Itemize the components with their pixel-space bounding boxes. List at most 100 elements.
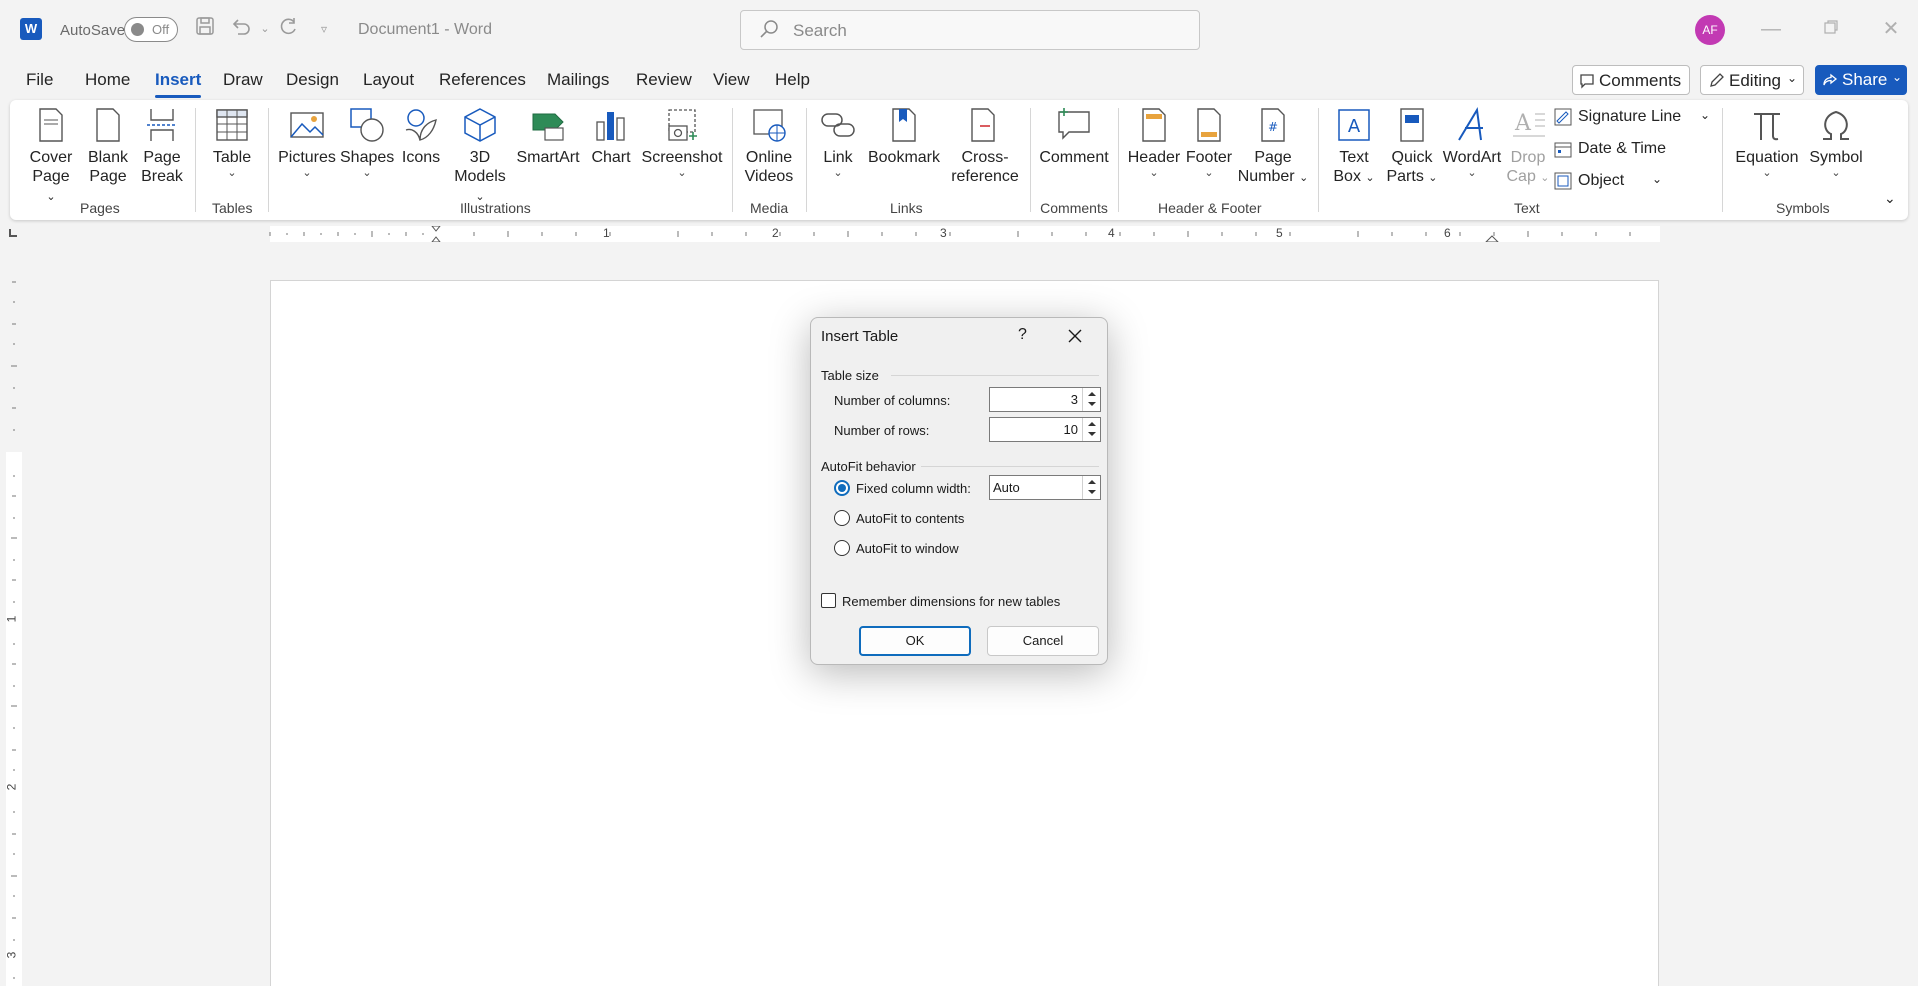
chevron-down-icon: ⌄ [1652,172,1663,186]
group-separator [806,108,807,212]
cover-page-button[interactable]: Cover Page ⌄ [26,106,76,207]
online-videos-label-1: Online [745,149,793,166]
smartart-icon [532,113,564,141]
text-box-label-2: Box [1333,168,1361,185]
screenshot-button[interactable]: Screenshot ⌄ [640,106,724,179]
tab-review[interactable]: Review [636,70,692,90]
shapes-label: Shapes [340,149,395,166]
share-button[interactable]: Share ⌄ [1815,65,1907,95]
online-video-icon [753,109,786,142]
stepper-arrows[interactable] [1082,388,1100,411]
quick-parts-button[interactable]: Quick Parts ⌄ [1384,106,1440,188]
pencil-icon [1710,73,1724,87]
tab-mailings[interactable]: Mailings [547,70,609,90]
link-button[interactable]: Link ⌄ [816,106,860,179]
cross-reference-icon [971,108,995,142]
tab-references[interactable]: References [439,70,526,90]
new-comment-button[interactable]: Comment [1038,106,1110,167]
vertical-ruler[interactable]: 1 2 3 [4,266,22,986]
horizontal-ruler[interactable]: 1 2 3 4 5 6 [30,226,1670,242]
chart-button[interactable]: Chart [588,106,634,167]
text-box-button[interactable]: A Text Box ⌄ [1326,106,1382,188]
chevron-down-icon: ⌄ [833,167,843,179]
comments-button[interactable]: Comments [1572,65,1690,95]
pictures-button[interactable]: Pictures ⌄ [278,106,336,179]
page-number-icon: # [1261,108,1285,142]
group-separator [1030,108,1031,212]
undo-icon[interactable] [228,16,254,42]
group-label-media: Media [750,200,789,216]
tab-view[interactable]: View [713,70,750,90]
ok-button[interactable]: OK [859,626,971,656]
page-number-button[interactable]: # Page Number ⌄ [1236,106,1310,188]
chevron-down-icon: ⌄ [1786,71,1797,85]
minimize-icon[interactable]: — [1756,16,1786,42]
drop-cap-icon: A [1513,111,1545,137]
chevron-down-icon: ⌄ [1428,172,1438,184]
wordart-button[interactable]: WordArt ⌄ [1440,106,1504,179]
ruler-ticks [11,281,17,979]
insert-table-dialog: Insert Table ? Table size Number of colu… [810,317,1108,665]
symbol-button[interactable]: Symbol ⌄ [1806,106,1866,179]
editing-mode-button[interactable]: Editing ⌄ [1700,65,1804,95]
stepper-arrows[interactable] [1082,476,1100,499]
3d-models-label-1: 3D [469,149,491,166]
chevron-down-icon: ⌄ [302,167,312,179]
help-button[interactable]: ? [1018,326,1027,344]
ruler-number: 1 [4,615,19,623]
table-button[interactable]: Table ⌄ [204,106,260,179]
blank-page-button[interactable]: Blank Page [84,106,132,186]
restore-icon[interactable] [1816,16,1846,42]
column-width-stepper[interactable]: Auto [989,475,1101,500]
close-icon[interactable] [1067,328,1083,344]
remember-dimensions-checkbox[interactable] [821,593,836,608]
tab-layout[interactable]: Layout [363,70,414,90]
footer-button[interactable]: Footer ⌄ [1182,106,1236,179]
close-window-icon[interactable]: ✕ [1876,16,1906,42]
pi-icon [1754,113,1780,141]
header-button[interactable]: Header ⌄ [1126,106,1182,179]
chevron-down-icon: ⌄ [46,191,56,203]
stepper-arrows[interactable] [1082,418,1100,441]
cancel-button[interactable]: Cancel [987,626,1099,656]
save-icon[interactable] [192,16,218,42]
table-icon [216,109,248,141]
rows-stepper[interactable]: 10 [989,417,1101,442]
tab-design[interactable]: Design [286,70,339,90]
customize-qat-icon[interactable]: ▿ [311,16,337,42]
smartart-button[interactable]: SmartArt [516,106,580,167]
ruler-number: 4 [1108,226,1115,240]
page-break-button[interactable]: Page Break [138,106,186,186]
columns-stepper[interactable]: 3 [989,387,1101,412]
cross-reference-button[interactable]: Cross- reference [948,106,1022,186]
autofit-contents-radio[interactable] [834,510,850,526]
search-box[interactable]: Search [740,10,1200,50]
autosave-toggle[interactable]: Off [124,17,178,42]
drop-cap-button[interactable]: A Drop Cap ⌄ [1506,106,1550,188]
icons-button[interactable]: Icons [398,106,444,167]
ruler-number: 6 [1444,226,1451,240]
tab-insert[interactable]: Insert [155,70,202,98]
chart-icon [596,112,625,141]
tab-file[interactable]: File [26,70,53,90]
autofit-window-radio[interactable] [834,540,850,556]
group-label-comments: Comments [1040,200,1108,216]
tab-selector[interactable] [9,229,17,237]
screenshot-icon [668,109,697,141]
tab-help[interactable]: Help [775,70,810,90]
online-videos-button[interactable]: Online Videos [740,106,798,186]
3d-models-button[interactable]: 3D Models ⌄ [450,106,510,207]
tab-home[interactable]: Home [85,70,130,90]
equation-button[interactable]: Equation ⌄ [1730,106,1804,179]
avatar[interactable]: AF [1695,15,1725,45]
tab-draw[interactable]: Draw [223,70,263,90]
footer-icon [1197,108,1221,142]
search-placeholder: Search [793,21,847,40]
collapse-ribbon-icon[interactable]: ⌄ [1884,190,1896,207]
fixed-width-radio[interactable] [834,480,850,496]
shapes-button[interactable]: Shapes ⌄ [340,106,394,179]
page-break-label-2: Break [141,168,183,185]
bookmark-button[interactable]: Bookmark [866,106,942,167]
group-label-header-footer: Header & Footer [1158,200,1262,216]
redo-icon[interactable] [275,16,301,42]
